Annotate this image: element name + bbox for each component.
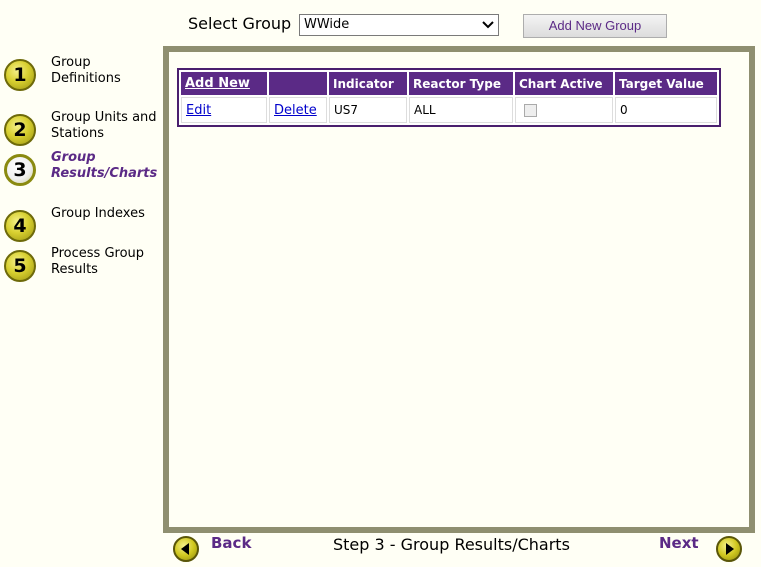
back-arrow-button[interactable] xyxy=(173,536,199,562)
add-new-group-button[interactable]: Add New Group xyxy=(523,14,667,38)
group-select[interactable]: WWide xyxy=(299,14,499,36)
header-blank xyxy=(269,72,327,95)
step-number-icon: 1 xyxy=(4,59,36,91)
step-4-group-indexes[interactable]: 4 Group Indexes xyxy=(4,206,164,250)
step-3-group-results[interactable]: 3 Group Results/Charts xyxy=(4,150,164,194)
indicator-cell: US7 xyxy=(329,97,407,123)
step-2-group-units[interactable]: 2 Group Units and Stations xyxy=(4,110,164,154)
step-label: Process Group Results xyxy=(51,246,145,277)
step-number-icon: 3 xyxy=(4,154,36,186)
select-group-label: Select Group xyxy=(188,14,292,33)
group-select-value: WWide xyxy=(304,17,350,32)
target-value-cell: 0 xyxy=(615,97,717,123)
footer-nav: Back Step 3 - Group Results/Charts Next xyxy=(163,532,761,567)
step-label: Group Results/Charts xyxy=(51,150,158,181)
grid-header-row: Add New Indicator Reactor Type Chart Act… xyxy=(181,72,717,95)
chart-active-cell xyxy=(515,97,613,123)
step-1-group-definitions[interactable]: 1 Group Definitions xyxy=(4,55,164,99)
edit-link[interactable]: Edit xyxy=(186,103,211,118)
step-label: Group Definitions xyxy=(51,55,121,86)
back-link[interactable]: Back xyxy=(211,534,251,552)
header-add-new[interactable]: Add New xyxy=(181,72,267,95)
table-row: Edit Delete US7 ALL 0 xyxy=(181,97,717,123)
add-new-link[interactable]: Add New xyxy=(185,76,250,91)
step-label: Group Units and Stations xyxy=(51,110,157,141)
header-reactor-type: Reactor Type xyxy=(409,72,513,95)
step-label: Group Indexes xyxy=(51,206,145,221)
step-caption: Step 3 - Group Results/Charts xyxy=(333,535,570,554)
step-number-icon: 5 xyxy=(4,250,36,282)
arrow-right-icon xyxy=(726,543,734,555)
chart-active-checkbox xyxy=(524,104,537,117)
chevron-down-icon xyxy=(482,21,494,29)
edit-cell: Edit xyxy=(181,97,267,123)
next-link[interactable]: Next xyxy=(659,534,699,552)
header-target-value: Target Value xyxy=(615,72,717,95)
main-panel: Add New Indicator Reactor Type Chart Act… xyxy=(163,46,755,533)
step-5-process-group-results[interactable]: 5 Process Group Results xyxy=(4,246,164,290)
header-indicator: Indicator xyxy=(329,72,407,95)
arrow-left-icon xyxy=(181,543,189,555)
reactor-type-cell: ALL xyxy=(409,97,513,123)
results-grid: Add New Indicator Reactor Type Chart Act… xyxy=(177,68,721,127)
step-number-icon: 2 xyxy=(4,114,36,146)
step-number-icon: 4 xyxy=(4,210,36,242)
top-bar: Select Group WWide Add New Group xyxy=(0,0,761,46)
delete-cell: Delete xyxy=(269,97,327,123)
header-chart-active: Chart Active xyxy=(515,72,613,95)
next-arrow-button[interactable] xyxy=(716,536,742,562)
delete-link[interactable]: Delete xyxy=(274,103,317,118)
